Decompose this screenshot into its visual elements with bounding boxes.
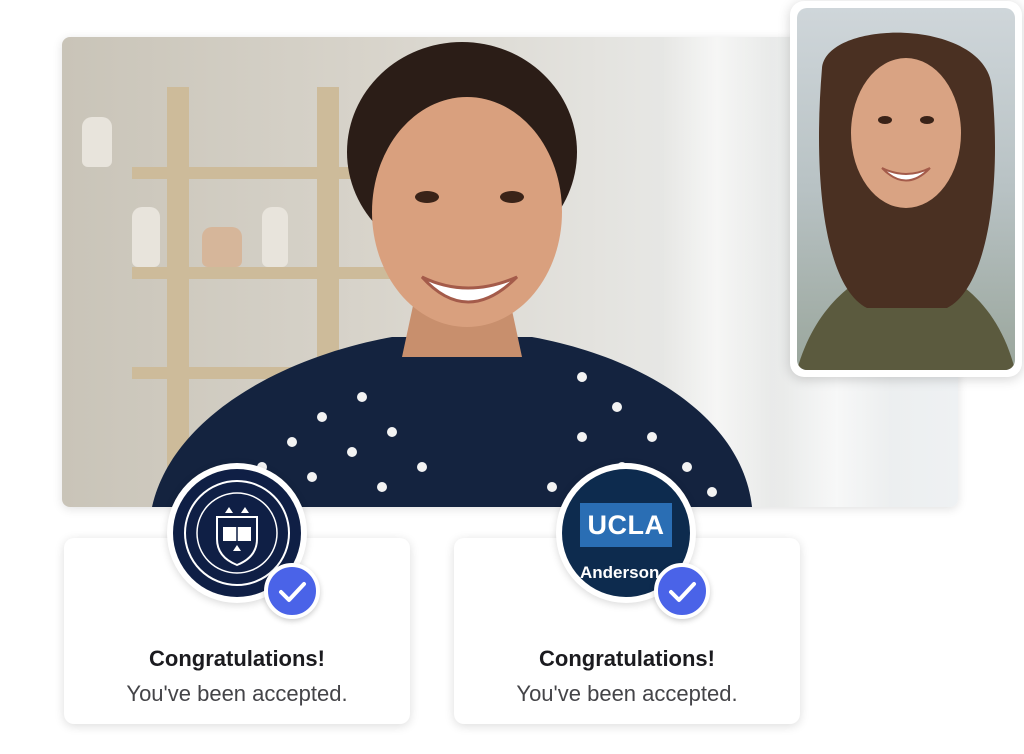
pip-video-feed	[790, 1, 1022, 377]
ucla-logo-text: UCLA	[580, 503, 672, 547]
participant-pip-portrait	[797, 32, 1015, 370]
ucla-logo-badge: UCLA Anderson	[556, 463, 710, 619]
check-icon	[654, 563, 710, 619]
check-icon	[264, 563, 320, 619]
card-title: Congratulations!	[149, 646, 325, 671]
card-subtitle: You've been accepted.	[516, 681, 738, 706]
card-subtitle: You've been accepted.	[126, 681, 348, 706]
ucla-logo-subtext: Anderson	[580, 563, 660, 582]
pip-video-frame	[797, 8, 1015, 370]
card-title: Congratulations!	[539, 646, 715, 671]
oxford-logo-badge	[167, 463, 320, 619]
